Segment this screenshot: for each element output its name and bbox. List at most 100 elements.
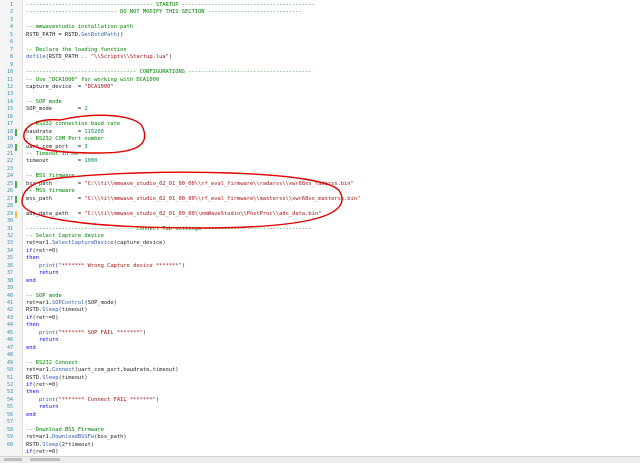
code-line[interactable]: 8 dofile(RSTD_PATH .. "\\Scripts\\Startup… <box>0 54 640 61</box>
code-token: "C:\\ti\\mmwave_studio_02_01_00_00\\mmWa… <box>84 210 322 217</box>
code-line[interactable]: 25 bss_path = "C:\\ti\\mmwave_studio_02_0… <box>0 180 640 188</box>
line-number: 34 <box>6 247 13 254</box>
code-line[interactable]: if(ret~=0) <box>0 449 640 456</box>
code-line[interactable]: 35 then <box>0 255 640 262</box>
code-line[interactable]: 47 end <box>0 345 640 352</box>
code-line[interactable]: 20 uart_com_port = 3 <box>0 143 640 151</box>
code-token: ---------------------------- DO NOT MODI… <box>26 9 302 16</box>
code-line[interactable]: 59 ret=ar1.DownloadBSSFw(bss_path) <box>0 434 640 441</box>
code-line[interactable]: 31 --------------------------------- Conn… <box>0 226 640 233</box>
code-line[interactable]: 48 <box>0 352 640 359</box>
code-line[interactable]: 50 ret=ar1.Connect(uart_com_port,baudrate… <box>0 367 640 374</box>
code-text: timeout = 1000 <box>26 158 97 165</box>
code-line[interactable]: 45 print("******* SOP FAIL *******") <box>0 330 640 337</box>
code-line[interactable]: 4 -- mmwavestudio installation path <box>0 24 640 31</box>
code-token: "******* Connect FAIL *******" <box>58 396 156 403</box>
code-token: end <box>26 344 36 351</box>
code-line[interactable]: 53 then <box>0 389 640 396</box>
code-text: then <box>26 322 39 329</box>
code-token: -- RS232 COM Port number <box>26 136 104 143</box>
code-line[interactable]: 44 then <box>0 322 640 329</box>
code-line[interactable]: 42 RSTD.Sleep(timeout) <box>0 307 640 314</box>
code-line[interactable]: 11 -- Use "DCA1000" for working with DCA1… <box>0 77 640 84</box>
code-line[interactable]: 52 if(ret~=0) <box>0 382 640 389</box>
code-text: ret=ar1.SOPControl(SOP_mode) <box>26 300 117 307</box>
code-line[interactable]: 15 SOP_mode = 2 <box>0 106 640 113</box>
code-token: "C:\\ti\\mmwave_studio_02_01_00_00\\rf_e… <box>84 195 361 202</box>
code-token: "******* Wrong Capture device *******" <box>58 262 182 269</box>
code-text: mss_path = "C:\\ti\\mmwave_studio_02_01_… <box>26 196 360 203</box>
code-line[interactable]: 38 end <box>0 278 640 285</box>
line-number: 36 <box>6 262 13 269</box>
code-text: SOP_mode = 2 <box>26 106 88 113</box>
code-line[interactable]: 27 mss_path = "C:\\ti\\mmwave_studio_02_0… <box>0 195 640 203</box>
code-line[interactable]: 39 <box>0 285 640 292</box>
code-line[interactable]: 26 -- MSS firmware <box>0 188 640 195</box>
line-number: 27 <box>6 195 13 202</box>
code-line[interactable]: 3 <box>0 17 640 24</box>
code-line[interactable]: 40 -- SOP mode <box>0 293 640 300</box>
code-token: -- Download BSS Firmware <box>26 426 104 433</box>
line-number: 24 <box>6 173 13 180</box>
change-marker <box>15 195 17 203</box>
code-line[interactable]: 33 ret=ar1.SelectCaptureDevice(capture_de… <box>0 240 640 247</box>
code-line[interactable]: 41 ret=ar1.SOPControl(SOP_mode) <box>0 300 640 307</box>
code-line[interactable]: 55 return <box>0 404 640 411</box>
code-line[interactable]: 18 baudrate = 115200 <box>0 128 640 136</box>
code-token: mss_path = <box>26 195 85 202</box>
code-line[interactable]: 56 end <box>0 412 640 419</box>
code-line[interactable]: 60 RSTD.Sleep(2*timeout) <box>0 442 640 449</box>
code-text: RSTD.Sleep(timeout) <box>26 307 88 314</box>
code-line[interactable]: 14 -- SOP mode <box>0 99 640 106</box>
code-token: -- BSS firmware <box>26 173 75 180</box>
code-line[interactable]: 7 -- Declare the loading function <box>0 47 640 54</box>
code-line[interactable]: 13 <box>0 91 640 98</box>
code-line[interactable]: 54 print("******* Connect FAIL *******") <box>0 397 640 404</box>
change-marker <box>15 143 17 151</box>
line-number: 31 <box>6 225 13 232</box>
change-marker <box>15 210 17 218</box>
line-number: 12 <box>6 83 13 90</box>
code-line[interactable]: 32 -- Select Capture device <box>0 233 640 240</box>
code-token: --------------------------------- Connec… <box>26 225 312 232</box>
code-line[interactable]: 2 ---------------------------- DO NOT MOD… <box>0 9 640 16</box>
line-number: 28 <box>6 203 13 210</box>
code-line[interactable]: 30 <box>0 218 640 225</box>
code-line[interactable]: 21 -- Timeout in ms <box>0 151 640 158</box>
code-editor[interactable]: 1 ---------------------------------------… <box>0 0 640 456</box>
code-line[interactable]: 51 RSTD.Sleep(timeout) <box>0 375 640 382</box>
code-line[interactable]: 10 ---------------------------------- CON… <box>0 69 640 76</box>
code-text: then <box>26 255 39 262</box>
code-token: RSTD. <box>26 307 43 314</box>
code-line[interactable]: 49 -- RS232 Connect <box>0 360 640 367</box>
code-line[interactable]: 1 ---------------------------------------… <box>0 2 640 9</box>
code-token: Sleep <box>42 307 59 314</box>
code-line[interactable]: 23 <box>0 166 640 173</box>
code-text: print("******* Wrong Capture device ****… <box>26 263 185 270</box>
code-line[interactable]: 28 <box>0 203 640 210</box>
code-line[interactable]: 17 -- RS232 connection baud rate <box>0 121 640 128</box>
line-number: 41 <box>6 300 13 306</box>
code-line[interactable]: 29 adc_data_path = "C:\\ti\\mmwave_studio… <box>0 210 640 218</box>
code-line[interactable]: 57 <box>0 419 640 426</box>
code-line[interactable]: 24 -- BSS firmware <box>0 173 640 180</box>
code-line[interactable]: 34 if(ret~=0) <box>0 248 640 255</box>
code-line[interactable]: 16 <box>0 114 640 121</box>
code-text: ret=ar1.DownloadBSSFw(bss_path) <box>26 434 127 441</box>
code-line[interactable]: 19 -- RS232 COM Port number <box>0 136 640 143</box>
code-line[interactable]: 9 <box>0 62 640 69</box>
line-number: 16 <box>6 113 13 120</box>
code-line[interactable]: 46 return <box>0 337 640 344</box>
code-line[interactable]: 36 print("******* Wrong Capture device *… <box>0 263 640 270</box>
code-line[interactable]: 22 timeout = 1000 <box>0 158 640 165</box>
code-line[interactable]: 37 return <box>0 270 640 277</box>
code-line[interactable]: 43 if(ret~=0) <box>0 315 640 322</box>
code-token: return <box>38 404 59 411</box>
code-line[interactable]: 12 capture_device = "DCA1000" <box>0 84 640 91</box>
code-line[interactable]: 6 <box>0 39 640 46</box>
code-token: -- SOP mode <box>26 292 62 299</box>
code-line[interactable]: 58 -- Download BSS Firmware <box>0 427 640 434</box>
code-line[interactable]: 5 RSTD_PATH = RSTD.GetRstdPath() <box>0 32 640 39</box>
line-number: 14 <box>6 98 13 105</box>
